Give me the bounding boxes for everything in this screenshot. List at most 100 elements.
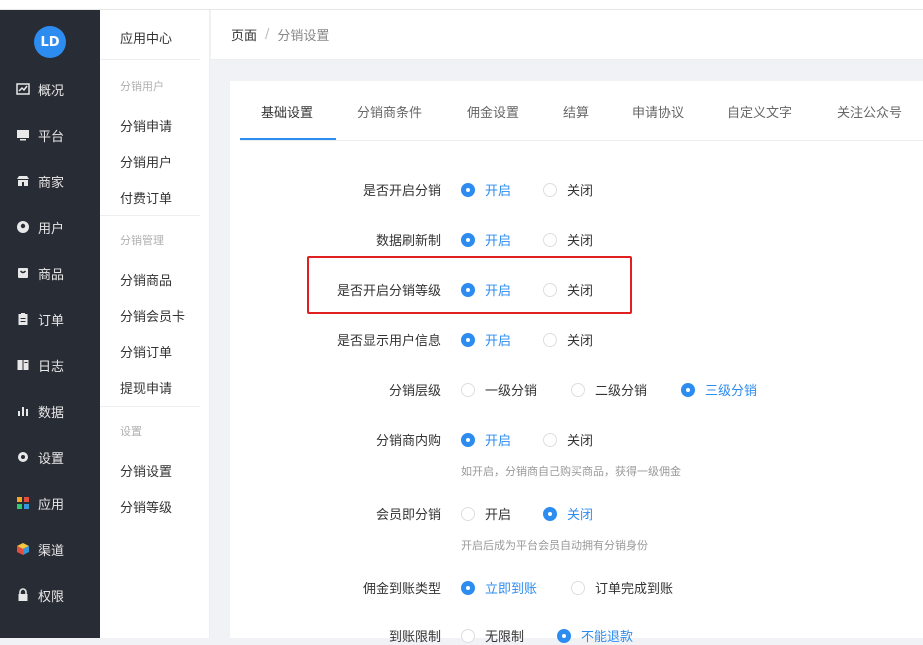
sub-link-distribution-users[interactable]: 分销用户 [120,152,172,171]
nav-item-1[interactable]: 平台 [0,115,100,155]
radio-label: 关闭 [567,508,594,523]
breadcrumb-separator: / [265,27,270,42]
radio-circle[interactable] [461,182,475,197]
sub-link-withdraw-apply[interactable]: 提现申请 [120,378,172,397]
radio-label: 二级分销 [595,384,648,399]
nav-item-label: 用户 [38,221,65,237]
tab-distributor-conditions[interactable]: 分销商条件 [357,102,422,121]
main-sidebar: LD 概况平台商家用户商品订单日志数据设置应用渠道权限 [0,10,100,638]
radio-option[interactable]: 三级分销 [681,380,757,399]
radio-option[interactable]: 立即到账 [461,578,537,597]
nav-item-8[interactable]: 设置 [0,437,100,477]
tab-follow-official-account[interactable]: 关注公众号 [837,102,902,121]
tab-basic-settings[interactable]: 基础设置 [261,102,313,121]
radio-option[interactable]: 关闭 [543,330,593,349]
nav-item-label: 权限 [38,589,65,605]
form-hint: 开启后成为平台会员自动拥有分销身份 [461,539,648,552]
radio-option[interactable]: 开启 [461,430,511,449]
radio-option[interactable]: 开启 [461,180,511,199]
radio-label: 开启 [485,508,512,523]
radio-label: 三级分销 [705,384,758,399]
form-label: 数据刷新制 [375,234,441,249]
top-window-strip [0,0,923,10]
radio-circle[interactable] [571,382,585,397]
radio-option[interactable]: 关闭 [543,180,593,199]
breadcrumb-root[interactable]: 页面 [231,25,257,44]
sub-link-distribution-orders[interactable]: 分销订单 [120,342,172,361]
nav-item-9[interactable]: 应用 [0,483,100,523]
nav-item-10[interactable]: 渠道 [0,529,100,569]
radio-option[interactable]: 不能退款 [557,626,633,645]
radio-option[interactable]: 关闭 [543,430,593,449]
radio-circle[interactable] [543,332,557,347]
sub-link-distribution-goods[interactable]: 分销商品 [120,270,172,289]
nav-item-7[interactable]: 数据 [0,391,100,431]
nav-item-label: 平台 [38,129,65,145]
radio-label: 关闭 [567,184,594,199]
radio-circle[interactable] [461,628,475,643]
store-icon [16,174,30,188]
radio-option[interactable]: 关闭 [543,504,593,523]
nav-item-0[interactable]: 概况 [0,69,100,109]
form-label: 是否开启分销 [362,184,441,199]
radio-label: 不能退款 [581,630,634,645]
radio-label: 关闭 [567,334,594,349]
radio-circle[interactable] [461,506,475,521]
radio-option[interactable]: 订单完成到账 [571,578,673,597]
radio-option[interactable]: 一级分销 [461,380,537,399]
radio-label: 关闭 [567,234,594,249]
tab-apply-agreement[interactable]: 申请协议 [632,102,684,121]
nav-item-label: 商家 [38,175,65,191]
radio-circle[interactable] [461,580,475,595]
radio-circle[interactable] [461,332,475,347]
radio-label: 无限制 [485,630,525,645]
radio-circle[interactable] [543,432,557,447]
form-label: 分销商内购 [375,434,441,449]
radio-circle[interactable] [543,182,557,197]
breadcrumb-current: 分销设置 [277,29,330,44]
sub-link-distribution-apply[interactable]: 分销申请 [120,116,172,135]
nav-item-4[interactable]: 商品 [0,253,100,293]
radio-option[interactable]: 关闭 [543,230,593,249]
radio-circle[interactable] [543,232,557,247]
nav-item-11[interactable]: 权限 [0,575,100,615]
gear-icon [16,450,30,464]
radio-circle[interactable] [461,232,475,247]
radio-option[interactable]: 无限制 [461,626,524,645]
radio-label: 一级分销 [485,384,538,399]
radio-circle[interactable] [461,432,475,447]
radio-option[interactable]: 开启 [461,330,511,349]
nav-item-2[interactable]: 商家 [0,161,100,201]
shopping-bag-icon [16,266,30,280]
sub-link-distribution-levels[interactable]: 分销等级 [120,497,172,516]
radio-option[interactable]: 二级分销 [571,380,647,399]
radio-circle[interactable] [461,382,475,397]
divider [100,59,200,60]
radio-circle[interactable] [681,382,695,397]
radio-option[interactable]: 开启 [461,504,511,523]
chart-line-icon [16,82,30,96]
radio-label: 开启 [485,334,512,349]
nav-item-label: 渠道 [38,543,65,559]
tab-commission-settings[interactable]: 佣金设置 [467,102,519,121]
radio-circle[interactable] [543,506,557,521]
nav-item-5[interactable]: 订单 [0,299,100,339]
apps-grid-icon [16,496,30,510]
nav-item-3[interactable]: 用户 [0,207,100,247]
nav-item-6[interactable]: 日志 [0,345,100,385]
active-tab-indicator [240,138,336,140]
book-icon [16,358,30,372]
nav-item-label: 应用 [38,497,65,513]
tab-settlement[interactable]: 结算 [563,102,589,121]
sub-link-member-card[interactable]: 分销会员卡 [120,306,185,325]
app-logo[interactable]: LD [34,26,66,58]
radio-circle[interactable] [571,580,585,595]
sub-link-paid-orders[interactable]: 付费订单 [120,188,172,207]
sub-link-distribution-settings[interactable]: 分销设置 [120,461,172,480]
highlight-box [307,256,632,314]
tab-custom-text[interactable]: 自定义文字 [727,102,792,121]
radio-circle[interactable] [557,628,571,643]
nav-item-label: 订单 [38,313,65,329]
bar-chart-icon [16,404,30,418]
radio-option[interactable]: 开启 [461,230,511,249]
